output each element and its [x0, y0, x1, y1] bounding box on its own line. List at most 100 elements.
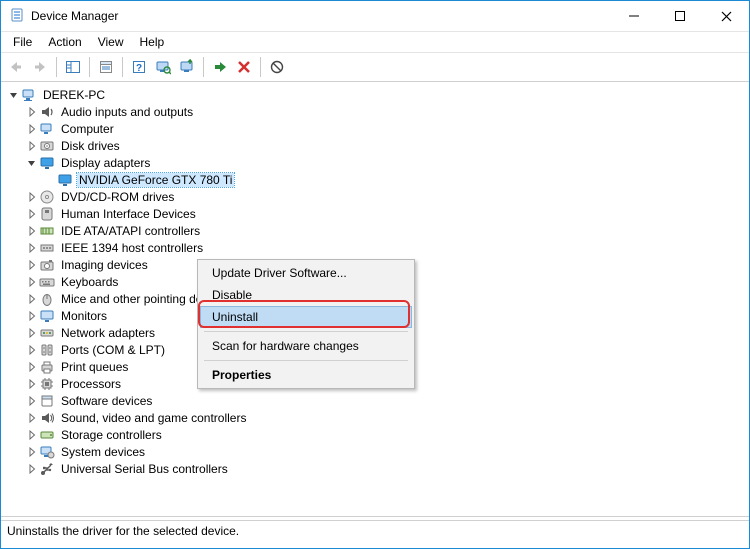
dvd-icon [39, 189, 55, 205]
tree-category-20-label: Universal Serial Bus controllers [59, 462, 230, 476]
tree-category-16-label: Software devices [59, 394, 154, 408]
tree-category-7-label: IEEE 1394 host controllers [59, 241, 205, 255]
context-separator [204, 360, 408, 361]
imaging-icon [39, 257, 55, 273]
titlebar: Device Manager [1, 1, 749, 32]
tree-device-gpu[interactable]: NVIDIA GeForce GTX 780 Ti [41, 171, 749, 188]
tree-device-gpu-label: NVIDIA GeForce GTX 780 Ti [77, 173, 234, 187]
scan-hardware-button[interactable] [152, 56, 174, 78]
tree-category-2[interactable]: Disk drives [23, 137, 749, 154]
tree-category-5[interactable]: Human Interface Devices [23, 205, 749, 222]
disable-button[interactable] [266, 56, 288, 78]
close-button[interactable] [703, 1, 749, 31]
tree-category-3[interactable]: Display adapters [23, 154, 749, 171]
tree-category-6[interactable]: IDE ATA/ATAPI controllers [23, 222, 749, 239]
menubar: File Action View Help [1, 32, 749, 53]
chevron-right-icon[interactable] [25, 105, 39, 119]
context-update-driver[interactable]: Update Driver Software... [200, 262, 412, 284]
back-button[interactable] [5, 56, 27, 78]
menu-help[interactable]: Help [132, 33, 173, 51]
chevron-right-icon[interactable] [25, 462, 39, 476]
chevron-right-icon[interactable] [25, 207, 39, 221]
chevron-right-icon[interactable] [25, 241, 39, 255]
tree-category-9-label: Keyboards [59, 275, 120, 289]
tree-root-node[interactable]: DEREK-PC [5, 86, 749, 103]
chevron-right-icon[interactable] [25, 258, 39, 272]
chevron-right-icon[interactable] [25, 394, 39, 408]
chevron-right-icon[interactable] [25, 343, 39, 357]
chevron-right-icon[interactable] [25, 428, 39, 442]
tree-category-6-label: IDE ATA/ATAPI controllers [59, 224, 202, 238]
ports-icon [39, 342, 55, 358]
chevron-right-icon[interactable] [25, 122, 39, 136]
chevron-down-icon[interactable] [7, 88, 21, 102]
chevron-right-icon[interactable] [25, 411, 39, 425]
device-tree-pane[interactable]: DEREK-PC Audio inputs and outputs Computer… [1, 82, 749, 514]
sound-icon [39, 410, 55, 426]
tree-category-17-label: Sound, video and game controllers [59, 411, 248, 425]
ieee-icon [39, 240, 55, 256]
minimize-button[interactable] [611, 1, 657, 31]
tree-category-0-label: Audio inputs and outputs [59, 105, 195, 119]
tree-category-5-label: Human Interface Devices [59, 207, 198, 221]
chevron-right-icon[interactable] [25, 275, 39, 289]
tree-category-1-label: Computer [59, 122, 116, 136]
tree-category-14-label: Print queues [59, 360, 130, 374]
chevron-right-icon[interactable] [25, 377, 39, 391]
context-separator [204, 331, 408, 332]
tree-category-4-label: DVD/CD-ROM drives [59, 190, 176, 204]
enable-button[interactable] [209, 56, 231, 78]
statusbar: Uninstalls the driver for the selected d… [1, 520, 749, 548]
context-menu: Update Driver Software... Disable Uninst… [197, 259, 415, 389]
computer-icon [39, 121, 55, 137]
chevron-right-icon[interactable] [25, 224, 39, 238]
chevron-down-icon[interactable] [25, 156, 39, 170]
chevron-right-icon[interactable] [25, 445, 39, 459]
tree-category-13-label: Ports (COM & LPT) [59, 343, 167, 357]
system-icon [39, 444, 55, 460]
properties-button[interactable] [95, 56, 117, 78]
tree-category-18-label: Storage controllers [59, 428, 164, 442]
storage-icon [39, 427, 55, 443]
show-hide-console-tree-button[interactable] [62, 56, 84, 78]
chevron-right-icon[interactable] [25, 190, 39, 204]
display-icon [57, 172, 73, 188]
maximize-button[interactable] [657, 1, 703, 31]
tree-category-19[interactable]: System devices [23, 443, 749, 460]
context-scan-hardware[interactable]: Scan for hardware changes [200, 335, 412, 357]
tree-category-20[interactable]: Universal Serial Bus controllers [23, 460, 749, 477]
tree-category-2-label: Disk drives [59, 139, 122, 153]
tree-category-17[interactable]: Sound, video and game controllers [23, 409, 749, 426]
update-driver-button[interactable] [176, 56, 198, 78]
chevron-right-icon[interactable] [25, 309, 39, 323]
tree-category-19-label: System devices [59, 445, 147, 459]
monitor-icon [39, 308, 55, 324]
keyboard-icon [39, 274, 55, 290]
tree-category-16[interactable]: Software devices [23, 392, 749, 409]
forward-button[interactable] [29, 56, 51, 78]
toolbar: ? [1, 53, 749, 82]
tree-category-8-label: Imaging devices [59, 258, 150, 272]
tree-category-0[interactable]: Audio inputs and outputs [23, 103, 749, 120]
disk-icon [39, 138, 55, 154]
tree-category-4[interactable]: DVD/CD-ROM drives [23, 188, 749, 205]
menu-file[interactable]: File [5, 33, 40, 51]
chevron-right-icon[interactable] [25, 292, 39, 306]
tree-category-7[interactable]: IEEE 1394 host controllers [23, 239, 749, 256]
help-button[interactable]: ? [128, 56, 150, 78]
tree-category-1[interactable]: Computer [23, 120, 749, 137]
context-properties[interactable]: Properties [200, 364, 412, 386]
menu-action[interactable]: Action [40, 33, 89, 51]
print-icon [39, 359, 55, 375]
chevron-right-icon[interactable] [25, 360, 39, 374]
pc-icon [21, 87, 37, 103]
tree-category-3-label: Display adapters [59, 156, 152, 170]
chevron-right-icon[interactable] [25, 326, 39, 340]
ide-icon [39, 223, 55, 239]
context-uninstall[interactable]: Uninstall [200, 306, 412, 328]
uninstall-button[interactable] [233, 56, 255, 78]
chevron-right-icon[interactable] [25, 139, 39, 153]
tree-category-18[interactable]: Storage controllers [23, 426, 749, 443]
menu-view[interactable]: View [90, 33, 132, 51]
context-disable[interactable]: Disable [200, 284, 412, 306]
